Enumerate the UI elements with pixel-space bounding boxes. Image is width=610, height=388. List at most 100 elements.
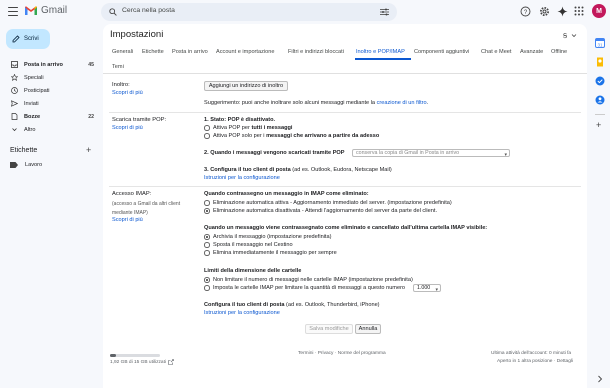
sidebar-item-snoozed[interactable]: Posticipati <box>0 84 100 97</box>
chevron-right-icon[interactable] <box>595 374 605 384</box>
calendar-icon[interactable]: 31 <box>595 38 605 48</box>
trash-radio[interactable] <box>204 242 210 248</box>
search-options-icon[interactable] <box>380 8 389 16</box>
help-icon[interactable]: ? <box>520 6 531 17</box>
open-locations[interactable]: Aperto in 1 altra posizione · Dettagli <box>497 359 573 364</box>
sidebar-label-item[interactable]: Lavoro <box>10 162 42 168</box>
pencil-icon <box>12 35 20 43</box>
clock-icon <box>10 87 18 95</box>
imap-learn-more-link[interactable]: Scopri di più <box>112 217 143 223</box>
pop-from-now-radio[interactable] <box>204 133 210 139</box>
delete-forever-radio[interactable] <box>204 250 210 256</box>
sidebar-item-label: Speciali <box>24 74 44 81</box>
tab-general[interactable]: Generali <box>112 49 133 55</box>
contacts-icon[interactable] <box>595 95 605 105</box>
section-divider <box>109 186 581 187</box>
imap-sublabel: (accesso a Gmail da altri client mediant… <box>112 201 181 216</box>
compose-button[interactable]: Scrivi <box>6 29 50 49</box>
pop-opt2-text: Attiva POP solo per i <box>213 133 267 139</box>
keep-icon[interactable] <box>595 57 605 67</box>
sidebar-item-inbox[interactable]: Posta in arrivo 45 <box>0 58 100 71</box>
add-forwarding-address-button[interactable]: Aggiungi un indirizzo di inoltro <box>204 81 288 91</box>
tab-themes[interactable]: Temi <box>112 64 124 70</box>
delete-forever-label: Elimina immediatamente il messaggio per … <box>213 250 337 256</box>
pop-status: 1. Stato: POP è disattivato. <box>204 117 276 123</box>
settings-gear-icon[interactable] <box>539 6 550 17</box>
draft-count: 22 <box>88 113 94 120</box>
tab-filters[interactable]: Filtri e indirizzi bloccati <box>288 49 344 55</box>
sidebar-item-label: Inviati <box>24 100 39 107</box>
sidebar-item-drafts[interactable]: Bozze 22 <box>0 110 100 123</box>
main-menu-icon[interactable] <box>8 7 18 16</box>
gmail-m-icon <box>25 6 37 15</box>
tab-advanced[interactable]: Avanzate <box>520 49 543 55</box>
auto-expunge-on-radio[interactable] <box>204 200 210 206</box>
imap-configure-client: Configura il tuo client di posta (ad es.… <box>204 302 380 308</box>
tab-inbox[interactable]: Posta in arrivo <box>172 49 208 55</box>
sidebar-item-label: Posticipati <box>24 87 50 94</box>
imap-delete-heading: Quando contrassegno un messaggio in IMAP… <box>204 191 369 197</box>
label-tag-icon <box>10 162 18 168</box>
tab-accounts[interactable]: Account e importazione <box>216 49 274 55</box>
forwarding-tip: Suggerimento: puoi anche inoltrare solo … <box>204 100 428 106</box>
labels-heading: Etichette <box>10 147 38 154</box>
tab-offline[interactable]: Offline <box>551 49 567 55</box>
inbox-icon <box>10 61 18 69</box>
svg-text:31: 31 <box>597 42 603 47</box>
imap-configure-rest: (ad es. Outlook, Thunderbird, iPhone) <box>284 302 380 308</box>
search-input[interactable]: Cerca nella posta <box>122 7 175 14</box>
tab-forwarding-pop-imap[interactable]: Inoltro e POP/IMAP <box>356 49 405 55</box>
pop-learn-more-link[interactable]: Scopri di più <box>112 125 143 131</box>
gemini-sparkle-icon[interactable] <box>557 6 568 17</box>
forwarding-learn-more-link[interactable]: Scopri di più <box>112 90 143 96</box>
apps-grid-icon[interactable] <box>574 6 584 16</box>
save-changes-button[interactable]: Salva modifiche <box>305 324 353 334</box>
search-bar[interactable]: Cerca nella posta <box>101 3 397 21</box>
pop-instructions-link[interactable]: Istruzioni per la configurazione <box>204 175 280 181</box>
folder-limit-select[interactable]: 1.000 ▾ <box>413 284 441 293</box>
sidebar-item-more[interactable]: Altro <box>0 123 100 136</box>
pop-all-option: Attiva POP per tutti i messaggi <box>213 125 292 131</box>
sidebar-item-starred[interactable]: Speciali <box>0 71 100 84</box>
sidebar-item-sent[interactable]: Inviati <box>0 97 100 110</box>
pop-opt1-bold: tutti i messaggi <box>251 125 293 131</box>
section-divider <box>109 112 581 113</box>
gmail-logo[interactable]: Gmail <box>24 5 67 16</box>
auto-expunge-off-radio[interactable] <box>204 208 210 214</box>
add-label-icon[interactable]: + <box>86 145 91 155</box>
pop-opt1-text: Attiva POP per <box>213 125 252 131</box>
pop-all-radio[interactable] <box>204 125 210 131</box>
search-icon[interactable] <box>109 8 117 16</box>
no-limit-radio[interactable] <box>204 277 210 283</box>
pop-configure-client: 3. Configura il tuo client di posta (ad … <box>204 167 392 173</box>
scrollbar[interactable] <box>586 30 589 370</box>
chevron-down-icon: ▾ <box>504 152 507 158</box>
cancel-button[interactable]: Annulla <box>355 324 381 334</box>
chevron-down-icon: ▾ <box>435 287 438 293</box>
tab-addons[interactable]: Componenti aggiuntivi <box>414 49 469 55</box>
svg-text:?: ? <box>524 10 528 16</box>
account-avatar[interactable]: M <box>592 4 606 18</box>
tab-labels[interactable]: Etichette <box>142 49 164 55</box>
settings-panel: Impostazioni Ꞩ Generali Etichette Posta … <box>103 24 587 388</box>
folder-size-heading: Limiti della dimensione delle cartelle <box>204 268 302 274</box>
settings-tabs: Generali Etichette Posta in arrivo Accou… <box>103 46 587 74</box>
archive-radio[interactable] <box>204 234 210 240</box>
tab-chat-meet[interactable]: Chat e Meet <box>481 49 511 55</box>
label-name: Lavoro <box>25 162 43 168</box>
external-link-icon[interactable] <box>168 359 174 365</box>
pop-label: Scarica tramite POP: <box>112 117 167 123</box>
imap-instructions-link[interactable]: Istruzioni per la configurazione <box>204 310 280 316</box>
input-tools-icon[interactable]: Ꞩ <box>563 32 577 41</box>
no-limit-label: Non limitare il numero di messaggi nelle… <box>213 277 413 283</box>
footer-policy-links[interactable]: Termini · Privacy · Norme del programma <box>298 351 386 356</box>
draft-icon <box>10 113 18 121</box>
pop-action-value: conserva la copia di Gmail in Posta in a… <box>356 150 460 156</box>
tasks-icon[interactable] <box>595 76 605 86</box>
storage-bar <box>110 354 160 357</box>
pop-action-select[interactable]: conserva la copia di Gmail in Posta in a… <box>352 149 510 158</box>
last-activity: Ultima attività dell'account: 0 minuti f… <box>491 351 572 356</box>
create-filter-link[interactable]: creazione di un filtro <box>377 100 427 106</box>
limit-radio[interactable] <box>204 285 210 291</box>
get-addons-icon[interactable]: + <box>596 120 601 130</box>
